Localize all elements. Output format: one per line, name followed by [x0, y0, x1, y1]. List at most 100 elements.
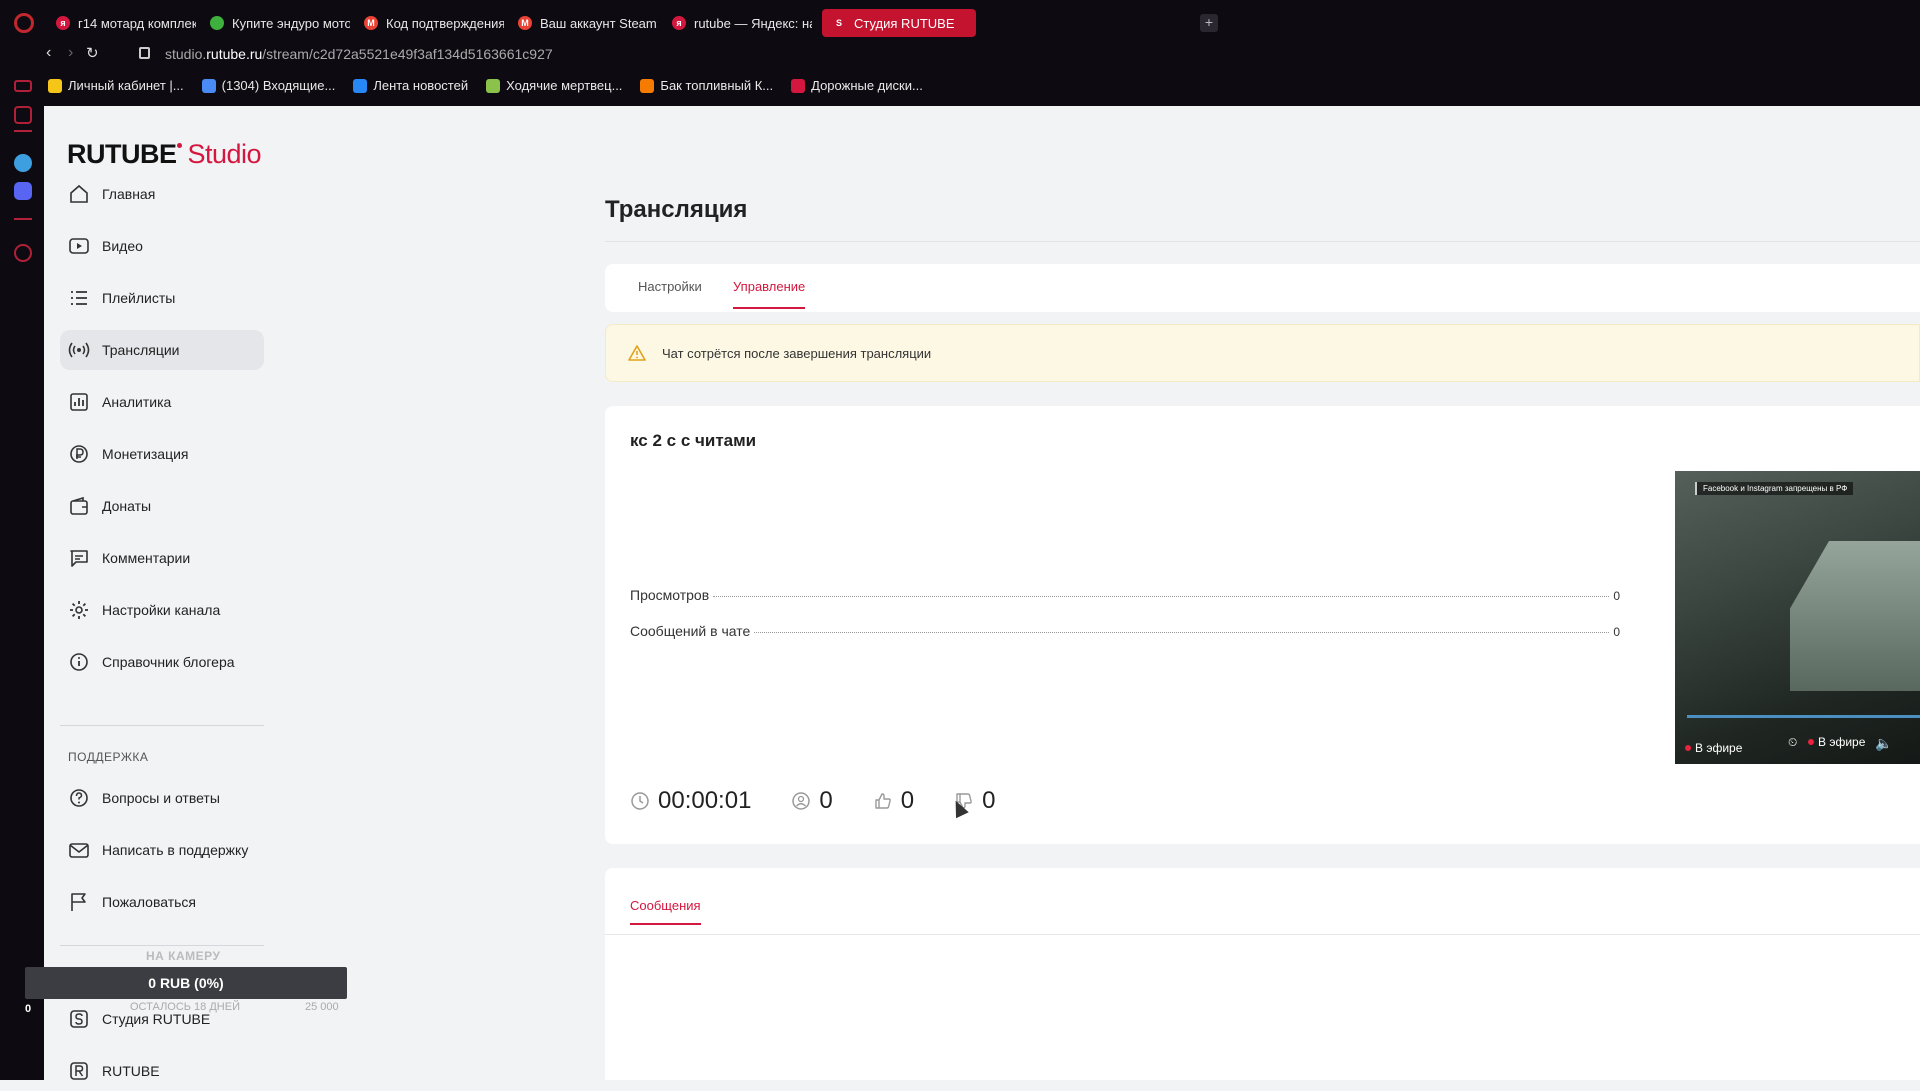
mail-icon [68, 839, 90, 861]
sidebar-item-label: Пожаловаться [102, 894, 197, 910]
sidebar-item-label: RUTUBE [102, 1063, 160, 1079]
viewers-counter: 0 [791, 787, 833, 815]
player-progress-bar[interactable] [1687, 715, 1920, 718]
info-icon [68, 651, 90, 673]
sidebar-item-label: Трансляции [102, 342, 180, 358]
stream-card: кс 2 с с читами Просмотров 0 Сообщений в … [605, 406, 1920, 844]
sidebar-item[interactable]: Трансляции [60, 330, 264, 370]
telegram-icon[interactable] [14, 154, 32, 172]
browser-tab[interactable]: я rutube — Яндекс: нашло [662, 9, 812, 37]
stream-preview-player[interactable]: Facebook и Instagram запрещены в РФ В эф… [1675, 471, 1920, 764]
bookmark-label: Лента новостей [373, 78, 469, 93]
sidebar-item[interactable]: Плейлисты [60, 278, 264, 318]
support-section-label: ПОДДЕРЖКА [68, 750, 149, 764]
flag-icon [68, 891, 90, 913]
volume-icon[interactable]: 🔈 [1875, 735, 1892, 752]
sidebar-item[interactable]: Главная [60, 174, 264, 214]
stat-value: 0 [1613, 625, 1620, 639]
warning-banner: Чат сотрётся после завершения трансляции [605, 324, 1920, 382]
sidebar-item-label: Комментарии [102, 550, 191, 566]
sidebar-item[interactable]: Монетизация [60, 434, 264, 474]
tab-settings[interactable]: Настройки [638, 279, 702, 294]
browser-tab[interactable]: Купите эндуро мотоцикл [200, 9, 350, 37]
history-icon[interactable] [14, 244, 32, 262]
tab-title: Код подтверждения для [386, 15, 504, 31]
tab-title: Ваш аккаунт Steam: дост [540, 15, 658, 31]
browser-tab[interactable]: я г14 мотард комплект — Я [46, 9, 196, 37]
sidebar-item-label: Студия RUTUBE [102, 1011, 211, 1027]
sidebar-item[interactable]: Донаты [60, 486, 264, 526]
tab-favicon-icon: M [364, 16, 378, 30]
tab-title: г14 мотард комплект — Я [78, 15, 196, 31]
separator-icon [14, 130, 32, 132]
tab-favicon-icon: S [835, 18, 842, 28]
sidebar-item[interactable]: Вопросы и ответы [60, 778, 264, 818]
stream-counters: 00:00:01 0 0 0 [630, 787, 1036, 815]
forward-icon[interactable]: › [68, 44, 73, 62]
lock-icon [139, 47, 150, 59]
opera-logo-icon[interactable] [14, 13, 34, 33]
sidebar-item[interactable]: Настройки канала [60, 590, 264, 630]
reload-icon[interactable]: ↻ [86, 44, 99, 62]
player-live-indicator[interactable]: В эфире [1808, 735, 1865, 749]
sidebar-item[interactable]: RUTUBE [60, 1051, 264, 1091]
stat-label: Сообщений в чате [630, 623, 751, 639]
sidebar-item-label: Видео [102, 238, 143, 254]
page-title: Трансляция [605, 196, 748, 223]
viewers-value: 0 [819, 787, 833, 814]
sidebar-item[interactable]: Комментарии [60, 538, 264, 578]
ruble-icon [68, 443, 90, 465]
tab-favicon-icon: я [56, 16, 70, 30]
browser-tab[interactable]: M Ваш аккаунт Steam: дост [508, 9, 658, 37]
stat-label: Просмотров [630, 587, 710, 603]
stat-views: Просмотров 0 [630, 587, 1620, 603]
bookmark-label: Ходячие мертвец... [506, 78, 623, 93]
stat-chat-messages: Сообщений в чате 0 [630, 623, 1620, 639]
viewers-icon [792, 792, 811, 810]
warning-text: Чат сотрётся после завершения трансляции [662, 345, 932, 361]
sidebar-item[interactable]: Справочник блогера [60, 642, 264, 682]
sidebar-item-label: Монетизация [102, 446, 189, 462]
rutube-studio-logo[interactable]: RUTUBE Studio [67, 139, 262, 170]
bookmark-favicon-icon [791, 78, 806, 93]
stream-tabs: Настройки Управление [605, 264, 1920, 312]
bookmark-item[interactable]: Лента новостей [353, 78, 468, 93]
tab-favicon-icon: M [518, 16, 532, 30]
tab-favicon-icon [210, 16, 224, 30]
tab-title: rutube — Яндекс: нашло [694, 15, 812, 31]
studio-sidebar: RUTUBE Studio Главная Видео Плейлисты Трансл… [44, 106, 604, 1080]
replay-10-icon[interactable]: ⏲ [1788, 735, 1797, 750]
bookmark-item[interactable]: Ходячие мертвец... [486, 78, 622, 93]
tab-management[interactable]: Управление [733, 279, 806, 309]
back-icon[interactable]: ‹ [46, 44, 51, 62]
sidebar-item[interactable]: Видео [60, 226, 264, 266]
sidebar-item-label: Главная [102, 186, 156, 202]
new-tab-button[interactable]: + [1200, 14, 1218, 32]
tab-messages[interactable]: Сообщения [630, 898, 701, 925]
bookmark-label: Бак топливный К... [660, 78, 774, 93]
bag-icon[interactable] [14, 106, 32, 124]
bookmark-item[interactable]: Личный кабинет |... [48, 78, 184, 93]
sidebar-item[interactable]: Аналитика [60, 382, 264, 422]
comment-icon [68, 547, 90, 569]
donation-days-left: ОСТАЛОСЬ 18 ДНЕЙ [130, 1001, 240, 1013]
donation-goal-title: НА КАМЕРУ [146, 949, 221, 963]
sidebar-item[interactable]: Пожаловаться [60, 882, 264, 922]
discord-icon[interactable] [14, 182, 32, 200]
bookmark-favicon-icon [640, 78, 655, 93]
bookmark-item[interactable]: Дорожные диски... [791, 78, 923, 93]
sidebar-item[interactable]: Написать в поддержку [60, 830, 264, 870]
bookmark-item[interactable]: (1304) Входящие... [201, 78, 336, 93]
browser-tab[interactable]: M Код подтверждения для [354, 9, 504, 37]
sidebar-item-label: Справочник блогера [102, 654, 235, 670]
tab-title: Купите эндуро мотоцикл [232, 15, 350, 31]
messages-card: Сообщения [605, 868, 1920, 1080]
bookmark-item[interactable]: Бак топливный К... [640, 78, 773, 93]
bookmark-label: (1304) Входящие... [221, 78, 336, 93]
address-bar[interactable]: studio.rutube.ru/stream/c2d72a5521e49f3a… [165, 46, 553, 62]
browser-tab[interactable]: S Студия RUTUBE [822, 9, 976, 37]
video-icon [68, 235, 90, 257]
broadcast-icon [68, 339, 90, 361]
gamepad-icon[interactable] [14, 80, 32, 92]
sidebar-item-label: Донаты [102, 498, 152, 514]
